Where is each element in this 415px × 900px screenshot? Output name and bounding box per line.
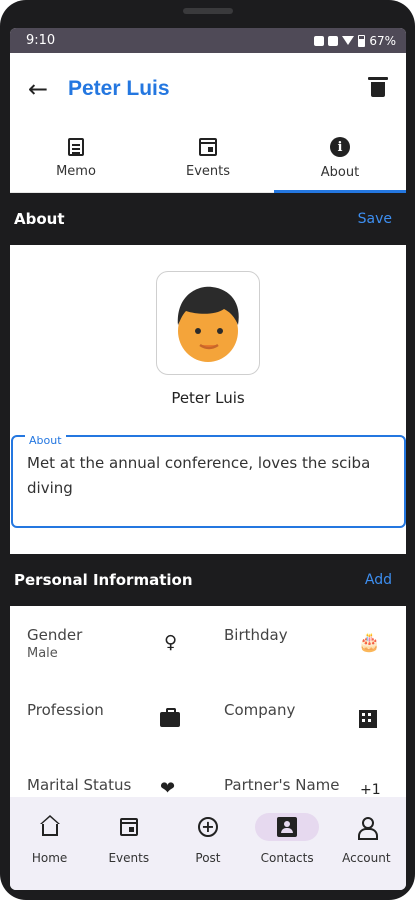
phone-speaker (183, 8, 233, 14)
section-title: Personal Information (14, 571, 193, 589)
calendar-icon (199, 138, 217, 156)
add-button[interactable]: Add (365, 572, 392, 588)
partner-name-field[interactable]: Partner's Name (224, 776, 339, 794)
active-pill (255, 813, 320, 841)
nav-label: Post (195, 851, 221, 865)
nav-label: Home (31, 851, 68, 865)
nav-contacts[interactable]: Contacts (251, 813, 323, 865)
tab-label: Memo (56, 164, 96, 179)
female-symbol-icon: ♀ (164, 632, 178, 653)
field-label: Partner's Name (224, 776, 340, 794)
personal-info-header: Personal Information Add (10, 554, 406, 606)
app-bar: ← Peter Luis (10, 53, 406, 125)
gender-field[interactable]: Gender Male (27, 626, 82, 661)
status-bar: 9:10 67% (10, 28, 406, 53)
field-label: Marital Status (27, 776, 132, 794)
about-field-label: About (25, 428, 66, 453)
avatar[interactable] (156, 271, 260, 375)
add-circle-icon: + (197, 817, 218, 837)
about-textarea[interactable]: About Met at the annual conference, love… (11, 428, 406, 528)
tab-memo[interactable]: Memo (10, 125, 142, 192)
bottom-navigation: Home Events + Post Contacts Account (10, 797, 406, 890)
battery-icon (358, 34, 366, 47)
home-icon (39, 815, 60, 836)
trash-icon[interactable] (368, 77, 388, 97)
nav-label: Contacts (260, 851, 314, 865)
field-value: Male (27, 646, 58, 661)
briefcase-icon (160, 708, 180, 727)
nav-events[interactable]: Events (93, 813, 165, 865)
profile-block: Peter Luis (10, 245, 406, 407)
company-field[interactable]: Company (224, 701, 295, 719)
field-label: Birthday (224, 626, 288, 644)
marital-status-field[interactable]: Marital Status (27, 776, 131, 794)
account-icon (357, 817, 379, 840)
person-avatar-icon (177, 286, 239, 362)
nav-account[interactable]: Account (330, 813, 402, 865)
alarm-icon (328, 35, 339, 46)
memo-icon (68, 138, 84, 156)
tab-label: Events (185, 164, 230, 179)
heart-icon: ❤ (160, 778, 176, 799)
nav-post[interactable]: + Post (172, 813, 244, 865)
nav-label: Account (342, 851, 391, 865)
nav-label: Events (108, 851, 150, 865)
tab-about[interactable]: i About (274, 125, 406, 192)
notification-icon (314, 35, 325, 46)
status-icons: 67% (314, 34, 396, 48)
tab-bar: Memo Events i About (10, 125, 406, 193)
battery-percent: 67% (369, 33, 396, 48)
page-title: Peter Luis (68, 77, 170, 100)
info-icon: i (330, 137, 350, 157)
about-field-value: Met at the annual conference, loves the … (27, 454, 371, 497)
tab-events[interactable]: Events (142, 125, 274, 192)
field-label: Company (224, 701, 296, 719)
contacts-icon (277, 817, 298, 837)
building-icon (359, 710, 377, 728)
calendar-icon (119, 818, 138, 836)
tab-indicator (274, 190, 406, 193)
cake-icon: 🎂 (358, 632, 381, 653)
personal-info-grid: Gender Male ♀ Birthday 🎂 Profession Comp… (10, 606, 406, 806)
about-section-header: About Save (10, 193, 406, 245)
plus-one-icon: +1 (360, 782, 381, 798)
arrow-left-icon[interactable]: ← (28, 75, 58, 103)
status-time: 9:10 (26, 33, 56, 48)
field-label: Profession (27, 701, 104, 719)
profession-field[interactable]: Profession (27, 701, 104, 719)
section-title: About (14, 210, 65, 228)
contact-name: Peter Luis (171, 389, 245, 407)
tab-label: About (320, 165, 360, 180)
field-label: Gender (27, 626, 83, 644)
wifi-icon (342, 36, 355, 45)
nav-home[interactable]: Home (14, 813, 86, 865)
birthday-field[interactable]: Birthday (224, 626, 288, 644)
save-button[interactable]: Save (358, 211, 392, 227)
phone-frame: 9:10 67% ← Peter Luis Memo Events i Abou… (0, 0, 415, 900)
app-screen: 9:10 67% ← Peter Luis Memo Events i Abou… (10, 28, 406, 890)
